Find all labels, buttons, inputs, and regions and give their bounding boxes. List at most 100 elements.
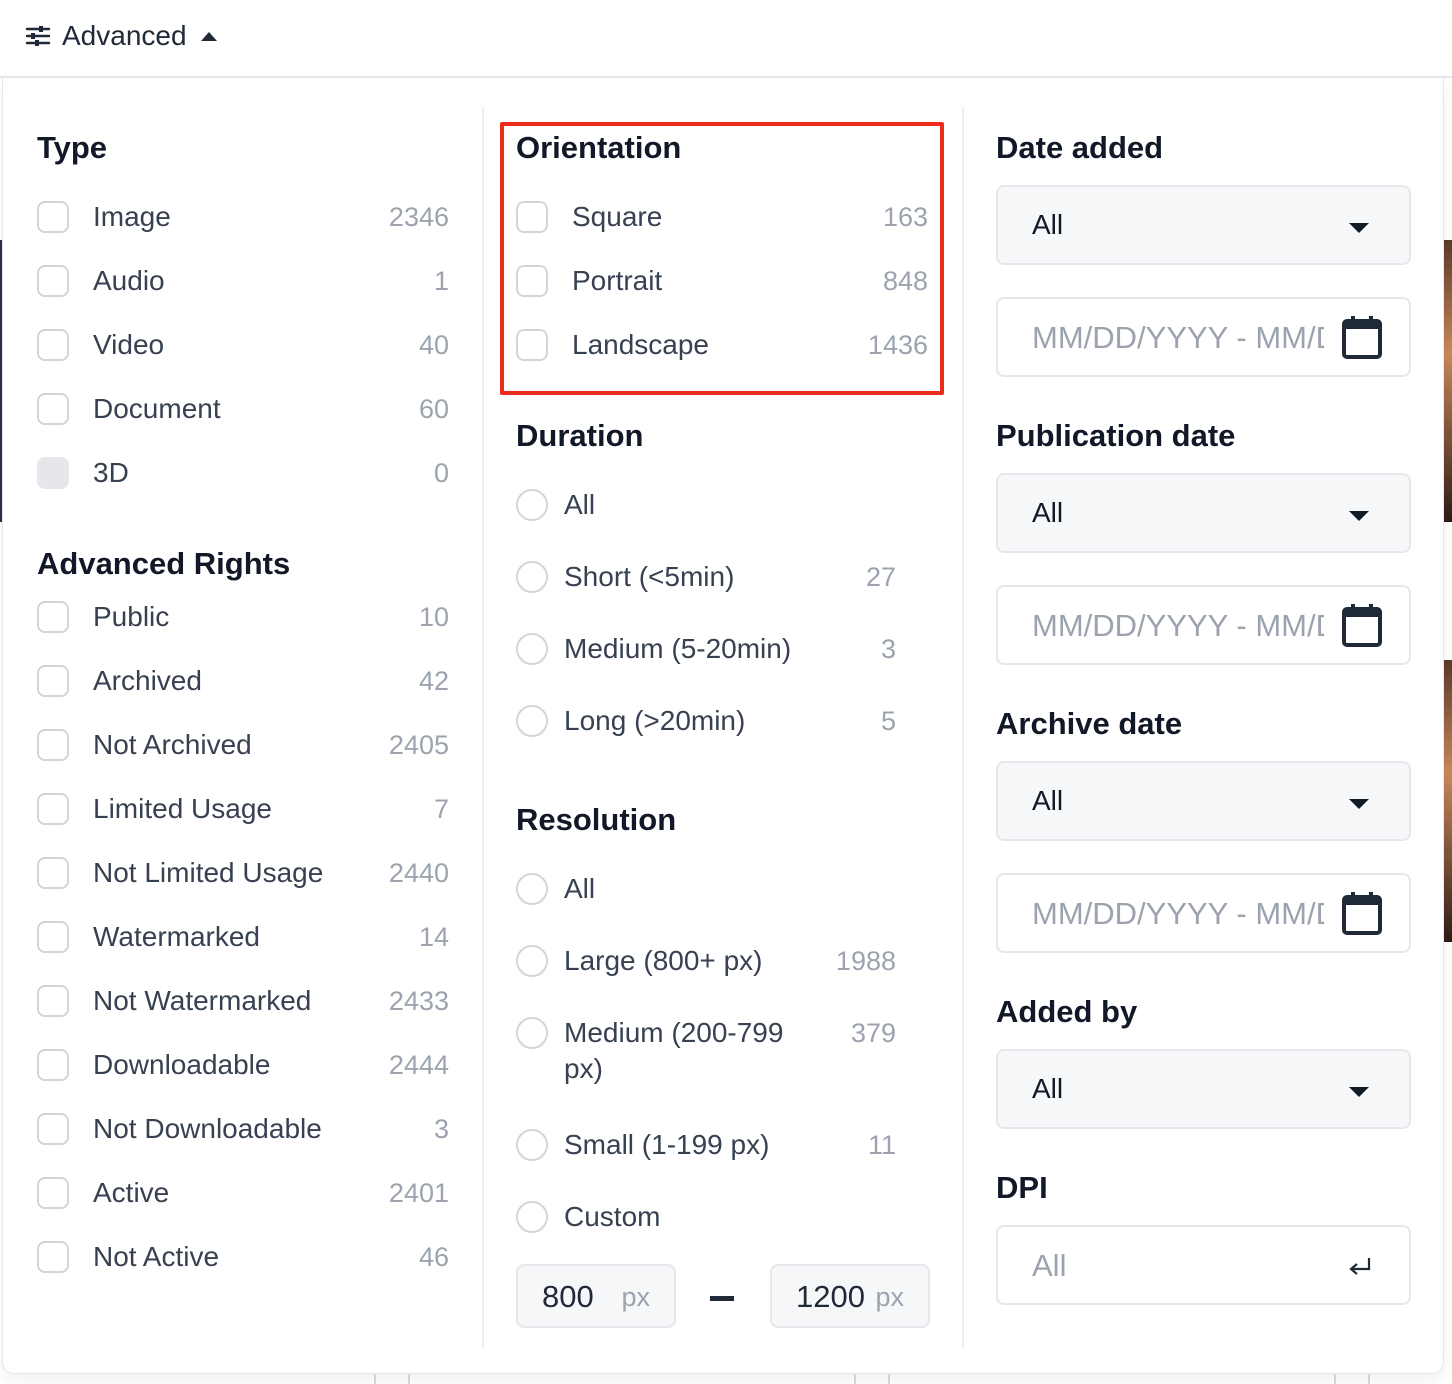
dpi-field[interactable] bbox=[996, 1225, 1411, 1305]
filter-label: Not Limited Usage bbox=[93, 857, 324, 888]
orientation-item-square[interactable]: Square 163 bbox=[516, 197, 928, 237]
checkbox[interactable] bbox=[37, 665, 69, 697]
date-added-title: Date added bbox=[996, 130, 1164, 165]
checkbox[interactable] bbox=[37, 601, 69, 633]
archive-date-range-field[interactable] bbox=[996, 873, 1411, 953]
checkbox[interactable] bbox=[37, 921, 69, 953]
filter-count: 2440 bbox=[388, 857, 449, 888]
advanced-filters-toggle[interactable]: Advanced bbox=[24, 16, 217, 56]
checkbox[interactable] bbox=[37, 985, 69, 1017]
checkbox[interactable] bbox=[37, 201, 69, 233]
duration-option-all[interactable]: All bbox=[516, 485, 896, 525]
date-added-range-field[interactable] bbox=[996, 297, 1411, 377]
custom-max-width-input[interactable]: px bbox=[770, 1264, 930, 1328]
custom-min-width-input[interactable]: px bbox=[516, 1264, 676, 1328]
background-grid-line bbox=[888, 1374, 890, 1384]
radio-button[interactable] bbox=[516, 1017, 548, 1049]
checkbox[interactable] bbox=[37, 393, 69, 425]
option-label: Long (>20min) bbox=[564, 705, 746, 736]
resolution-option-custom[interactable]: Custom bbox=[516, 1197, 896, 1237]
filter-count: 848 bbox=[882, 265, 928, 296]
resolution-option-medium[interactable]: Medium (200-799 379 bbox=[516, 1013, 896, 1053]
checkbox[interactable] bbox=[37, 329, 69, 361]
option-label: Small (1-199 px) bbox=[564, 1129, 770, 1160]
orientation-item-landscape[interactable]: Landscape 1436 bbox=[516, 325, 928, 365]
checkbox[interactable] bbox=[37, 1113, 69, 1145]
filter-label: Not Watermarked bbox=[93, 985, 312, 1016]
rights-item-downloadable[interactable]: Downloadable 2444 bbox=[37, 1045, 449, 1085]
filter-count: 1436 bbox=[867, 329, 928, 360]
calendar-icon[interactable] bbox=[1341, 891, 1383, 937]
type-item-video[interactable]: Video 40 bbox=[37, 325, 449, 365]
checkbox[interactable] bbox=[516, 201, 548, 233]
rights-item-not-active[interactable]: Not Active 46 bbox=[37, 1237, 449, 1277]
background-grid-line bbox=[854, 1374, 856, 1384]
rights-item-archived[interactable]: Archived 42 bbox=[37, 661, 449, 701]
radio-button[interactable] bbox=[516, 945, 548, 977]
filter-count: 2346 bbox=[388, 201, 449, 232]
option-label: All bbox=[564, 489, 596, 520]
calendar-icon[interactable] bbox=[1341, 603, 1383, 649]
filter-label: Limited Usage bbox=[93, 793, 272, 824]
background-image-edge bbox=[1444, 660, 1452, 942]
dpi-input[interactable] bbox=[1032, 1245, 1332, 1287]
date-range-input[interactable] bbox=[1032, 605, 1324, 647]
checkbox[interactable] bbox=[37, 857, 69, 889]
date-range-input[interactable] bbox=[1032, 317, 1324, 359]
rights-item-public[interactable]: Public 10 bbox=[37, 597, 449, 637]
option-count: 27 bbox=[865, 561, 896, 592]
radio-button[interactable] bbox=[516, 1129, 548, 1161]
duration-option-medium[interactable]: Medium (5-20min) 3 bbox=[516, 629, 896, 669]
dpi-title: DPI bbox=[996, 1170, 1048, 1205]
orientation-item-portrait[interactable]: Portrait 848 bbox=[516, 261, 928, 301]
radio-button[interactable] bbox=[516, 561, 548, 593]
radio-button[interactable] bbox=[516, 633, 548, 665]
rights-item-not-archived[interactable]: Not Archived 2405 bbox=[37, 725, 449, 765]
radio-button[interactable] bbox=[516, 1201, 548, 1233]
rights-item-limited-usage[interactable]: Limited Usage 7 bbox=[37, 789, 449, 829]
enter-icon[interactable] bbox=[1347, 1255, 1373, 1279]
min-px-field[interactable] bbox=[542, 1278, 616, 1316]
rights-item-watermarked[interactable]: Watermarked 14 bbox=[37, 917, 449, 957]
filter-label: 3D bbox=[93, 457, 129, 488]
archive-date-select[interactable]: All bbox=[996, 761, 1411, 841]
duration-option-long[interactable]: Long (>20min) 5 bbox=[516, 701, 896, 741]
checkbox[interactable] bbox=[516, 329, 548, 361]
resolution-option-all[interactable]: All bbox=[516, 869, 896, 909]
px-unit: px bbox=[621, 1282, 650, 1312]
rights-item-not-watermarked[interactable]: Not Watermarked 2433 bbox=[37, 981, 449, 1021]
rights-item-not-downloadable[interactable]: Not Downloadable 3 bbox=[37, 1109, 449, 1149]
checkbox[interactable] bbox=[516, 265, 548, 297]
radio-button[interactable] bbox=[516, 705, 548, 737]
checkbox[interactable] bbox=[37, 265, 69, 297]
advanced-rights-title: Advanced Rights bbox=[37, 546, 291, 581]
max-px-field[interactable] bbox=[796, 1278, 870, 1316]
filter-count: 2433 bbox=[388, 985, 449, 1016]
resolution-option-small[interactable]: Small (1-199 px) 11 bbox=[516, 1125, 896, 1165]
caret-up-icon bbox=[200, 31, 217, 41]
checkbox[interactable] bbox=[37, 793, 69, 825]
type-item-audio[interactable]: Audio 1 bbox=[37, 261, 449, 301]
radio-button[interactable] bbox=[516, 873, 548, 905]
added-by-select[interactable]: All bbox=[996, 1049, 1411, 1129]
publication-date-range-field[interactable] bbox=[996, 585, 1411, 665]
radio-button[interactable] bbox=[516, 489, 548, 521]
duration-option-short[interactable]: Short (<5min) 27 bbox=[516, 557, 896, 597]
background-grid-line bbox=[1368, 1374, 1370, 1384]
date-added-select[interactable]: All bbox=[996, 185, 1411, 265]
filter-count: 42 bbox=[418, 665, 449, 696]
rights-item-active[interactable]: Active 2401 bbox=[37, 1173, 449, 1213]
rights-item-not-limited-usage[interactable]: Not Limited Usage 2440 bbox=[37, 853, 449, 893]
checkbox[interactable] bbox=[37, 1177, 69, 1209]
date-range-input[interactable] bbox=[1032, 893, 1324, 935]
calendar-icon[interactable] bbox=[1341, 315, 1383, 361]
resolution-option-large[interactable]: Large (800+ px) 1988 bbox=[516, 941, 896, 981]
type-item-image[interactable]: Image 2346 bbox=[37, 197, 449, 237]
publication-date-select[interactable]: All bbox=[996, 473, 1411, 553]
checkbox[interactable] bbox=[37, 1049, 69, 1081]
sliders-icon bbox=[25, 26, 51, 46]
type-item-document[interactable]: Document 60 bbox=[37, 389, 449, 429]
filter-label: Archived bbox=[93, 665, 202, 696]
checkbox[interactable] bbox=[37, 1241, 69, 1273]
checkbox[interactable] bbox=[37, 729, 69, 761]
